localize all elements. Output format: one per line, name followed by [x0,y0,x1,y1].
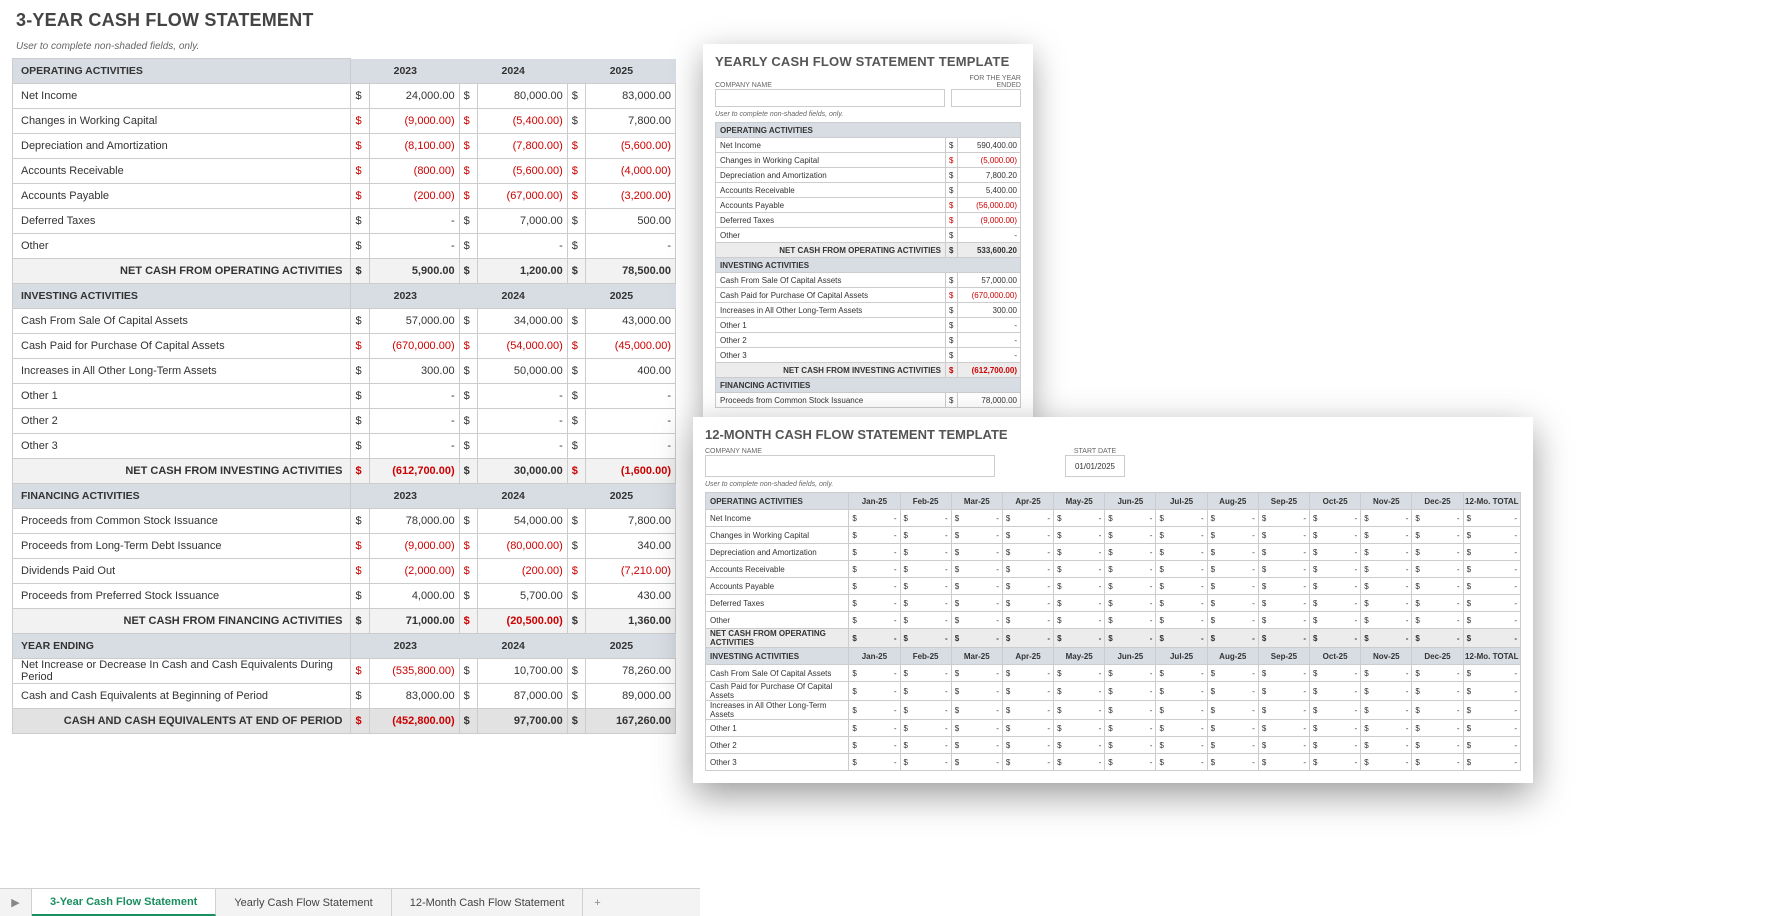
company-label: COMPANY NAME [715,82,945,89]
p3-company-label: COMPANY NAME [705,448,995,455]
panel2-title: YEARLY CASH FLOW STATEMENT TEMPLATE [715,54,1021,69]
tab-3year[interactable]: 3-Year Cash Flow Statement [32,889,216,916]
row-label: Cash and Cash Equivalents at Beginning o… [13,684,351,709]
panel2-table: OPERATING ACTIVITIESNet Income$590,400.0… [715,122,1021,408]
note: User to complete non-shaded fields, only… [12,39,676,58]
company-input[interactable] [715,89,945,107]
main-panel: 3-YEAR CASH FLOW STATEMENT User to compl… [12,4,676,734]
row-label: Accounts Receivable [13,159,351,184]
panel3-note: User to complete non-shaded fields, only… [705,481,1521,488]
row-label: Other [13,234,351,259]
tab-12month[interactable]: 12-Month Cash Flow Statement [392,889,584,916]
row-label: Depreciation and Amortization [13,134,351,159]
row-label: Other 2 [13,409,351,434]
panel2-note: User to complete non-shaded fields, only… [715,111,1021,118]
row-label: Other 3 [13,434,351,459]
monthly-preview-panel: 12-MONTH CASH FLOW STATEMENT TEMPLATE CO… [693,417,1533,783]
row-label: Proceeds from Preferred Stock Issuance [13,584,351,609]
year-ended-label: FOR THE YEAR ENDED [951,75,1021,89]
add-sheet-icon[interactable]: + [583,889,611,916]
row-label: Net Increase or Decrease In Cash and Cas… [13,659,351,684]
yearly-preview-panel: YEARLY CASH FLOW STATEMENT TEMPLATE COMP… [703,44,1033,420]
tab-nav-icon[interactable]: ▶ [0,889,32,916]
p3-startdate[interactable]: 01/01/2025 [1065,455,1125,477]
p3-startdate-label: START DATE [1065,448,1125,455]
row-label: Dividends Paid Out [13,559,351,584]
row-label: Proceeds from Common Stock Issuance [13,509,351,534]
page-title: 3-YEAR CASH FLOW STATEMENT [12,4,676,39]
p3-company-input[interactable] [705,455,995,477]
row-label: Cash Paid for Purchase Of Capital Assets [13,334,351,359]
year-ended-input[interactable] [951,89,1021,107]
row-label: Other 1 [13,384,351,409]
row-label: Deferred Taxes [13,209,351,234]
row-label: Accounts Payable [13,184,351,209]
tab-yearly[interactable]: Yearly Cash Flow Statement [216,889,391,916]
sheet-tabbar: ▶ 3-Year Cash Flow Statement Yearly Cash… [0,888,700,916]
row-label: Proceeds from Long-Term Debt Issuance [13,534,351,559]
panel3-title: 12-MONTH CASH FLOW STATEMENT TEMPLATE [705,427,1521,442]
row-label: Increases in All Other Long-Term Assets [13,359,351,384]
row-label: Net Income [13,84,351,109]
cashflow-table: OPERATING ACTIVITIES202320242025Net Inco… [12,58,676,734]
row-label: Cash From Sale Of Capital Assets [13,309,351,334]
panel3-table: OPERATING ACTIVITIESJan-25Feb-25Mar-25Ap… [705,492,1521,771]
row-label: Changes in Working Capital [13,109,351,134]
